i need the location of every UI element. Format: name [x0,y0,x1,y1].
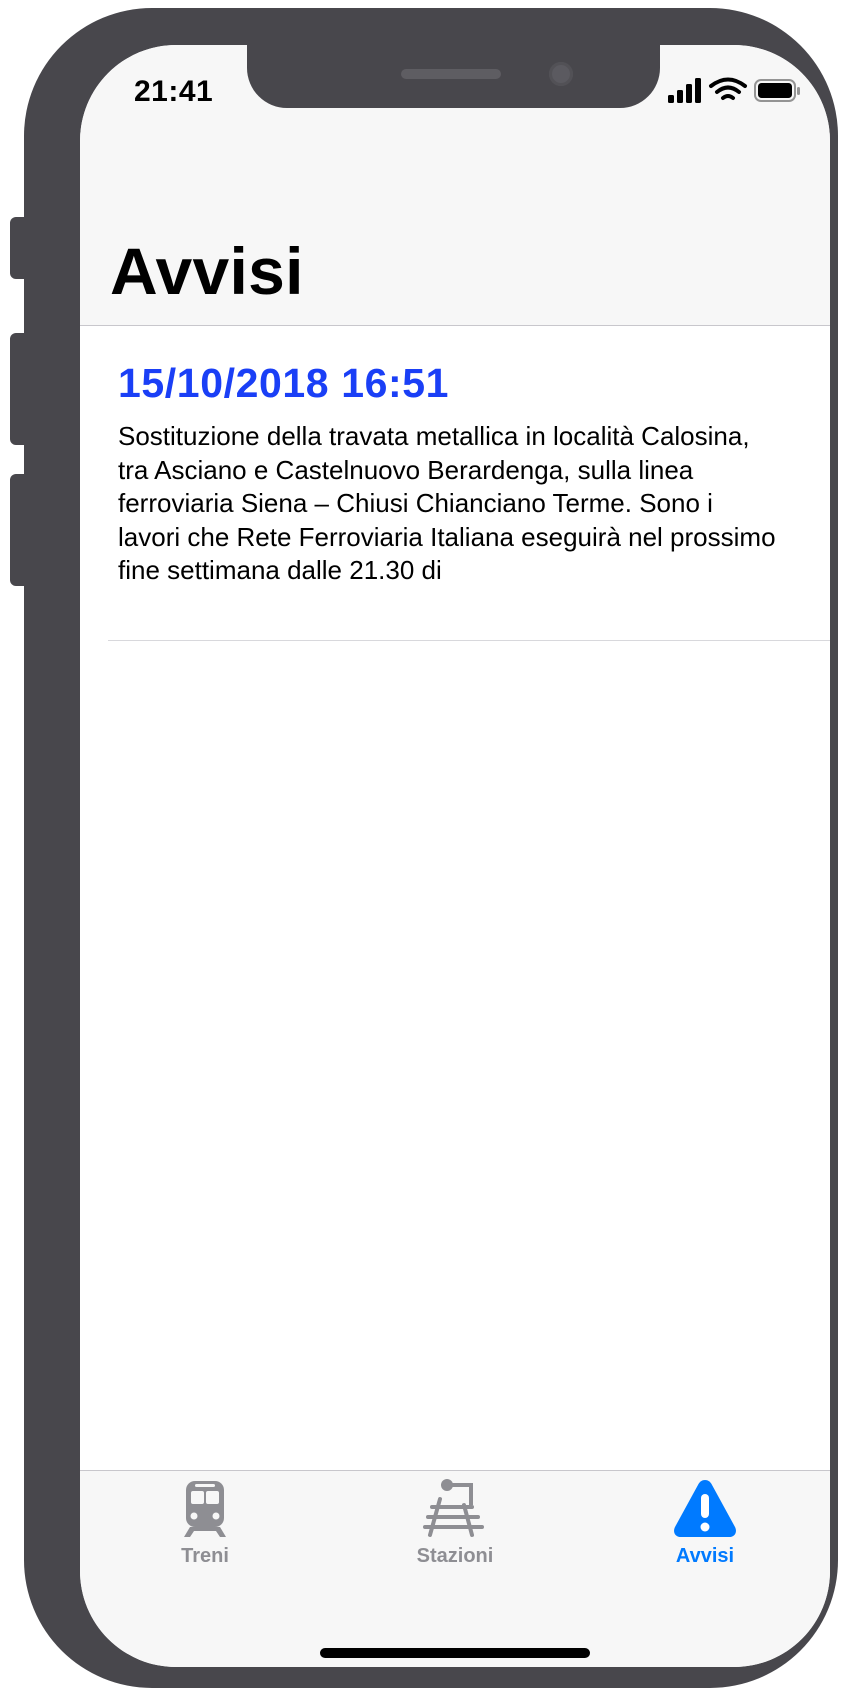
front-camera [549,62,573,86]
status-time: 21:41 [134,75,214,108]
notice-cell[interactable]: 15/10/2018 16:51 Sostituzione della trav… [80,326,830,641]
volume-down-button [10,474,24,586]
screen: 21:41 Avvisi 15/10/2018 16:51 Sostituzio… [80,45,830,1667]
speaker-grille [401,69,501,79]
tab-bar: Treni Stazioni Avvisi [80,1470,830,1667]
tab-treni[interactable]: Treni [80,1471,330,1581]
warning-icon [674,1480,736,1537]
notice-list[interactable]: 15/10/2018 16:51 Sostituzione della trav… [80,326,830,1470]
tab-label: Avvisi [675,1545,735,1567]
notch [247,45,660,108]
tab-label: Stazioni [416,1545,494,1567]
page-title: Avvisi [110,234,304,308]
home-indicator[interactable] [320,1648,590,1658]
mute-switch [10,217,24,279]
tab-avvisi[interactable]: Avvisi [580,1471,830,1581]
cellular-signal-icon [668,78,701,103]
volume-up-button [10,333,24,445]
notice-text: Sostituzione della travata metallica in … [118,421,776,585]
status-icons [668,77,800,103]
train-icon [184,1481,226,1537]
tab-stazioni[interactable]: Stazioni [330,1471,580,1581]
tab-label: Treni [181,1545,229,1567]
railway-station-icon [423,1479,484,1537]
phone-frame: 21:41 Avvisi 15/10/2018 16:51 Sostituzio… [24,8,838,1688]
cell-separator [108,640,830,641]
notice-date: 15/10/2018 16:51 [118,360,450,406]
battery-icon [754,79,800,102]
wifi-icon [709,77,747,100]
